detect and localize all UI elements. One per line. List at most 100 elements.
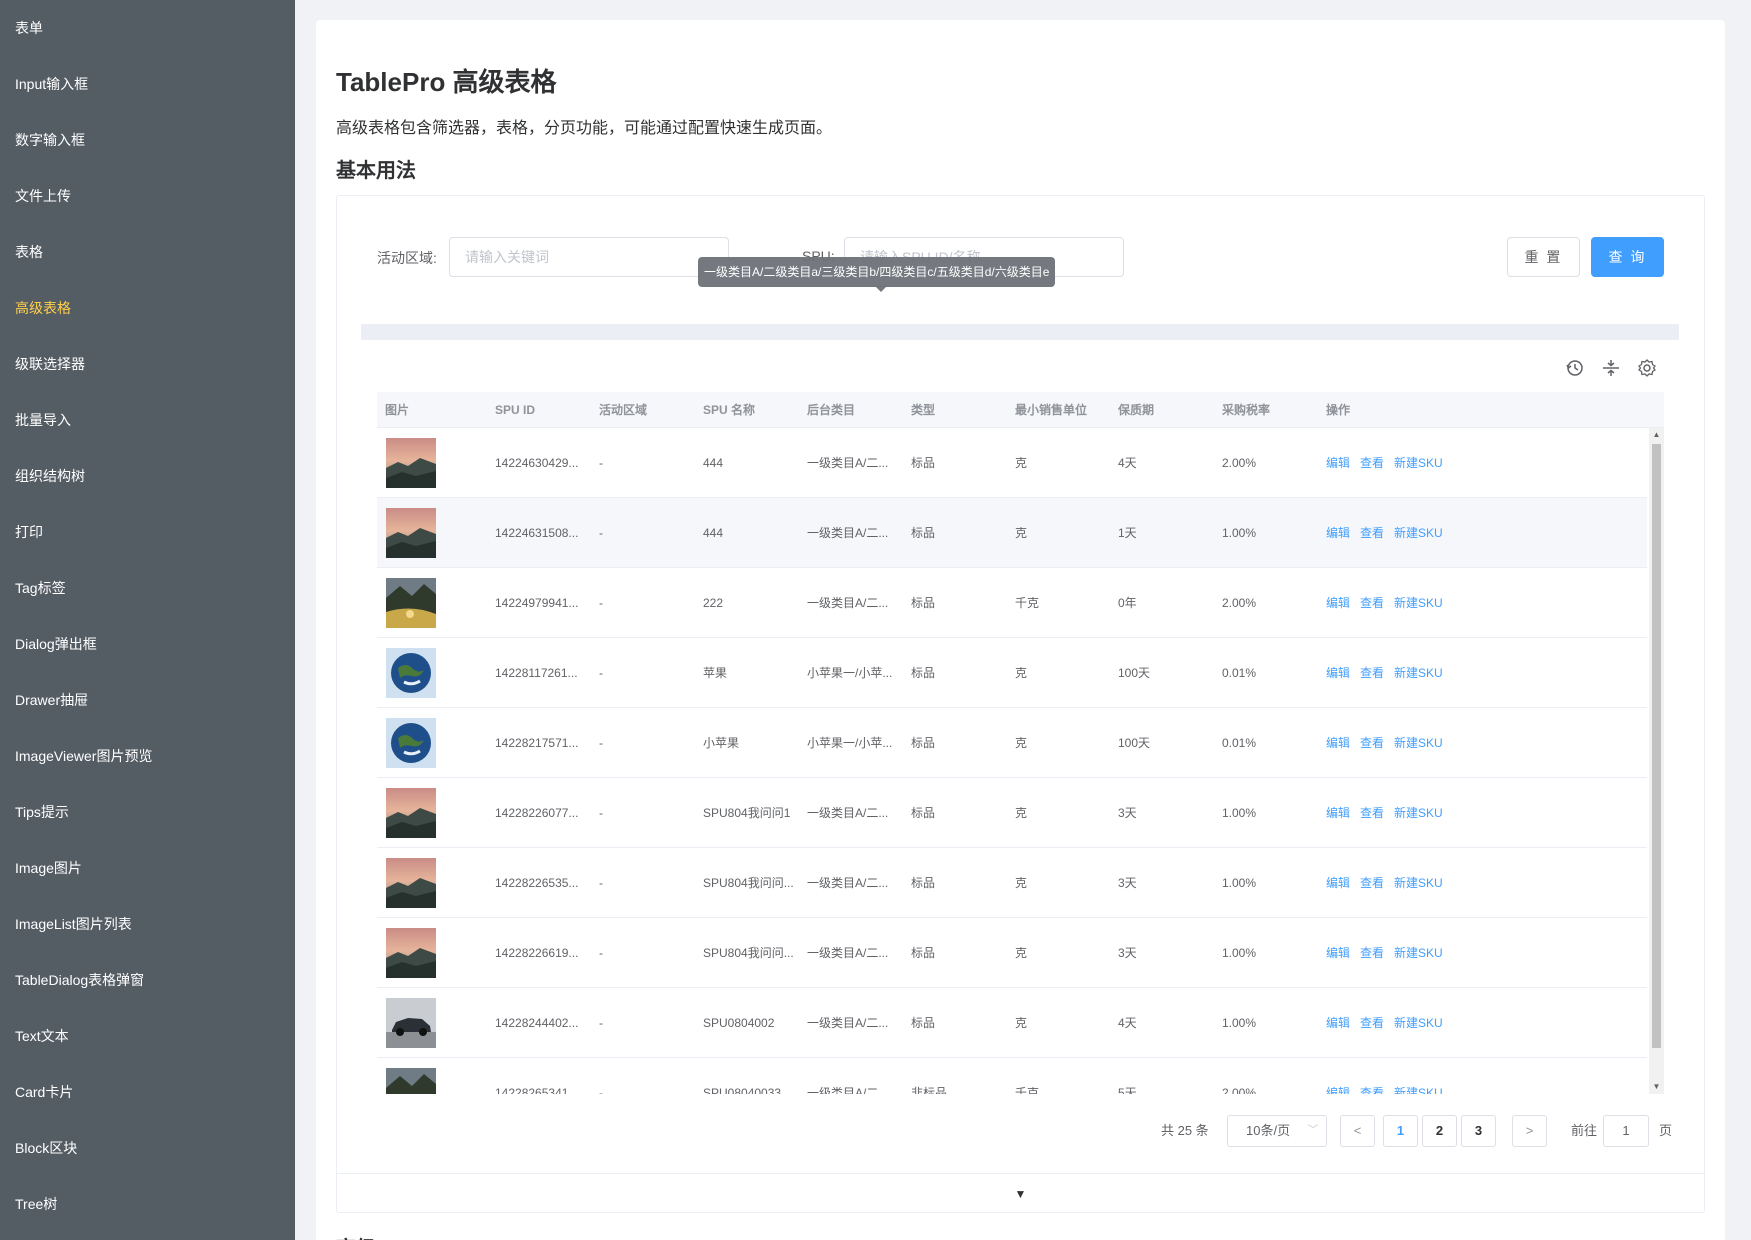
sidebar-item[interactable]: Image图片 (0, 840, 295, 896)
sidebar-item[interactable]: 数字输入框 (0, 112, 295, 168)
product-thumbnail[interactable] (386, 648, 436, 698)
table-row[interactable]: 14228226619... - SPU804我问问... 一级类目A/二... 标品 克… (377, 918, 1647, 988)
view-link[interactable]: 查看 (1360, 806, 1384, 820)
create-sku-link[interactable]: 新建SKU (1394, 596, 1443, 610)
product-thumbnail[interactable] (386, 858, 436, 908)
edit-link[interactable]: 编辑 (1326, 666, 1350, 680)
create-sku-link[interactable]: 新建SKU (1394, 806, 1443, 820)
create-sku-link[interactable]: 新建SKU (1394, 946, 1443, 960)
product-thumbnail[interactable] (386, 508, 436, 558)
history-icon[interactable] (1564, 357, 1586, 379)
cell-name: SPU0804002 (703, 1016, 775, 1030)
edit-link[interactable]: 编辑 (1326, 1086, 1350, 1094)
cell-type: 标品 (911, 946, 936, 960)
view-link[interactable]: 查看 (1360, 1016, 1384, 1030)
view-link[interactable]: 查看 (1360, 526, 1384, 540)
view-link[interactable]: 查看 (1360, 666, 1384, 680)
edit-link[interactable]: 编辑 (1326, 1016, 1350, 1030)
edit-link[interactable]: 编辑 (1326, 456, 1350, 470)
product-thumbnail[interactable] (386, 928, 436, 978)
view-link[interactable]: 查看 (1360, 876, 1384, 890)
product-thumbnail[interactable] (386, 788, 436, 838)
scrollbar-thumb[interactable] (1652, 444, 1661, 1048)
edit-link[interactable]: 编辑 (1326, 806, 1350, 820)
sidebar-item[interactable]: 级联选择器 (0, 336, 295, 392)
table-row[interactable]: 14228226535... - SPU804我问问... 一级类目A/二... 标品 克… (377, 848, 1647, 918)
create-sku-link[interactable]: 新建SKU (1394, 1086, 1443, 1094)
sidebar-item[interactable]: Tips提示 (0, 784, 295, 840)
area-input[interactable]: 请输入关键词 (449, 237, 729, 277)
page-number-button[interactable]: 1 (1383, 1115, 1418, 1147)
cell-unit: 克 (1015, 526, 1028, 540)
edit-link[interactable]: 编辑 (1326, 946, 1350, 960)
sidebar-item[interactable]: 打印 (0, 504, 295, 560)
sidebar-item[interactable]: Input输入框 (0, 56, 295, 112)
product-thumbnail[interactable] (386, 578, 436, 628)
sidebar-item[interactable]: Tree树 (0, 1176, 295, 1232)
edit-link[interactable]: 编辑 (1326, 596, 1350, 610)
sidebar-item[interactable]: ImageViewer图片预览 (0, 728, 295, 784)
scroll-down-icon[interactable]: ▼ (1649, 1080, 1664, 1094)
density-icon[interactable] (1600, 357, 1622, 379)
view-link[interactable]: 查看 (1360, 946, 1384, 960)
view-link[interactable]: 查看 (1360, 596, 1384, 610)
page-number-button[interactable]: 3 (1461, 1115, 1496, 1147)
edit-link[interactable]: 编辑 (1326, 736, 1350, 750)
reset-button[interactable]: 重 置 (1507, 237, 1580, 277)
create-sku-link[interactable]: 新建SKU (1394, 526, 1443, 540)
cell-spu-id: 14228117261... (495, 666, 578, 680)
table-row[interactable]: 14228265341... - SPU08040033 一级类目A/二... 非标品 千… (377, 1058, 1647, 1094)
prev-page-button[interactable]: < (1340, 1115, 1375, 1147)
view-link[interactable]: 查看 (1360, 456, 1384, 470)
table-row[interactable]: 14228217571... - 小苹果 小苹果一/小苹... 标品 克 100天 0.01%… (377, 708, 1647, 778)
page-title: TablePro 高级表格 (336, 67, 557, 97)
sidebar-item[interactable]: 表单 (0, 0, 295, 56)
create-sku-link[interactable]: 新建SKU (1394, 1016, 1443, 1030)
table-row[interactable]: 14228244402... - SPU0804002 一级类目A/二... 标品 克 4天… (377, 988, 1647, 1058)
scroll-up-icon[interactable]: ▲ (1649, 428, 1664, 442)
page-number-button[interactable]: 2 (1422, 1115, 1457, 1147)
view-link[interactable]: 查看 (1360, 736, 1384, 750)
sidebar-item[interactable]: 文件上传 (0, 168, 295, 224)
sidebar-item[interactable]: Block区块 (0, 1120, 295, 1176)
goto-page-input[interactable]: 1 (1603, 1115, 1649, 1147)
column-header: 保质期 (1118, 403, 1155, 417)
sidebar-item[interactable]: 高级表格 (0, 280, 295, 336)
table-row[interactable]: 14224630429... - 444 一级类目A/二... 标品 克 4天 2.00% 编辑… (377, 428, 1647, 498)
column-header: 最小销售单位 (1015, 403, 1088, 417)
table-row[interactable]: 14224979941... - 222 一级类目A/二... 标品 千克 0年 2.00% 编… (377, 568, 1647, 638)
sidebar-item[interactable]: 批量导入 (0, 392, 295, 448)
sidebar-item[interactable]: 组织结构树 (0, 448, 295, 504)
cell-unit: 克 (1015, 1016, 1028, 1030)
next-page-button[interactable]: > (1512, 1115, 1547, 1147)
table-scrollbar[interactable]: ▲ ▼ (1649, 428, 1664, 1094)
cell-name: 444 (703, 456, 724, 470)
sidebar-item[interactable]: Text文本 (0, 1008, 295, 1064)
create-sku-link[interactable]: 新建SKU (1394, 876, 1443, 890)
product-thumbnail[interactable] (386, 718, 436, 768)
edit-link[interactable]: 编辑 (1326, 526, 1350, 540)
product-thumbnail[interactable] (386, 998, 436, 1048)
expand-code-button[interactable]: ▼ (337, 1173, 1704, 1213)
view-link[interactable]: 查看 (1360, 1086, 1384, 1094)
sidebar-item[interactable]: Tag标签 (0, 560, 295, 616)
product-thumbnail[interactable] (386, 438, 436, 488)
sidebar-item[interactable]: Dialog弹出框 (0, 616, 295, 672)
sidebar-item[interactable]: 表格 (0, 224, 295, 280)
sidebar-item[interactable]: Drawer抽屉 (0, 672, 295, 728)
sidebar-item[interactable]: Card卡片 (0, 1064, 295, 1120)
table-row[interactable]: 14228226077... - SPU804我问问1 一级类目A/二... 标品 克 3天… (377, 778, 1647, 848)
create-sku-link[interactable]: 新建SKU (1394, 456, 1443, 470)
product-thumbnail[interactable] (386, 1068, 436, 1094)
settings-icon[interactable] (1636, 357, 1658, 379)
cell-area: - (599, 946, 603, 960)
create-sku-link[interactable]: 新建SKU (1394, 666, 1443, 680)
page-size-select[interactable]: 10条/页 ﹀ (1227, 1115, 1327, 1147)
create-sku-link[interactable]: 新建SKU (1394, 736, 1443, 750)
table-row[interactable]: 14224631508... - 444 一级类目A/二... 标品 克 1天 1.00% 编辑… (377, 498, 1647, 568)
edit-link[interactable]: 编辑 (1326, 876, 1350, 890)
query-button[interactable]: 查 询 (1591, 237, 1664, 277)
table-row[interactable]: 14228117261... - 苹果 小苹果一/小苹... 标品 克 100天 0.01% 编… (377, 638, 1647, 708)
sidebar-item[interactable]: ImageList图片列表 (0, 896, 295, 952)
sidebar-item[interactable]: TableDialog表格弹窗 (0, 952, 295, 1008)
